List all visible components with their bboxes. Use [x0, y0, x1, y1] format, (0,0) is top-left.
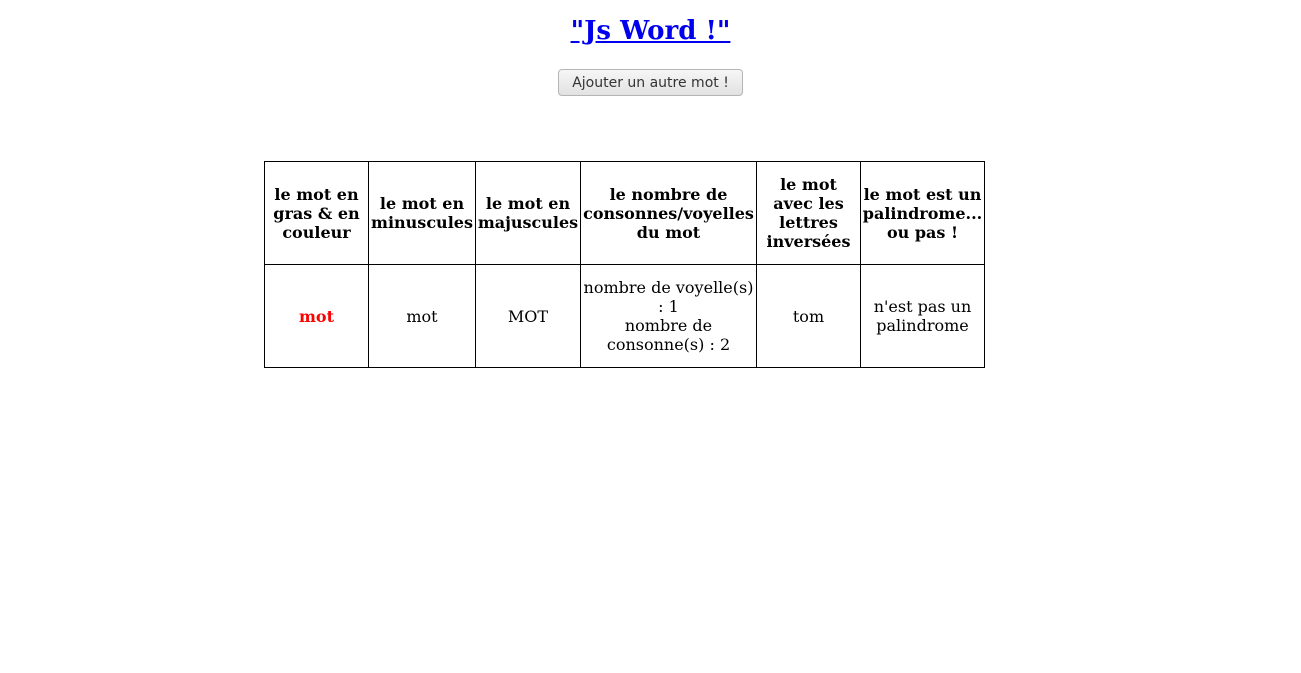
- header-reversed: le mot avec les lettres inversées: [756, 161, 861, 265]
- button-container: Ajouter un autre mot !: [0, 69, 1301, 96]
- cell-reversed: tom: [756, 264, 861, 368]
- table-header-row: le mot en gras & en couleur le mot en mi…: [264, 161, 985, 265]
- words-table: le mot en gras & en couleur le mot en mi…: [264, 161, 985, 368]
- cell-bold-colored: mot: [264, 264, 369, 368]
- page-title-link[interactable]: "Js Word !": [571, 16, 731, 46]
- title-container: "Js Word !": [0, 16, 1301, 46]
- bold-colored-word: mot: [299, 306, 334, 326]
- cell-uppercase: MOT: [475, 264, 581, 368]
- table-row: mot mot MOT nombre de voyelle(s) : 1 nom…: [264, 264, 985, 368]
- header-bold-colored: le mot en gras & en couleur: [264, 161, 369, 265]
- header-palindrome: le mot est un palindrome... ou pas !: [860, 161, 985, 265]
- consonant-count: nombre de consonne(s) : 2: [606, 316, 731, 354]
- add-word-button[interactable]: Ajouter un autre mot !: [558, 69, 743, 96]
- vowel-count: nombre de voyelle(s) : 1: [583, 278, 754, 316]
- cell-consonants-vowels: nombre de voyelle(s) : 1 nombre de conso…: [580, 264, 757, 368]
- header-lowercase: le mot en minuscules: [368, 161, 476, 265]
- cell-palindrome: n'est pas un palindrome: [860, 264, 985, 368]
- header-uppercase: le mot en majuscules: [475, 161, 581, 265]
- cell-lowercase: mot: [368, 264, 476, 368]
- header-consonants-vowels: le nombre de consonnes/voyelles du mot: [580, 161, 757, 265]
